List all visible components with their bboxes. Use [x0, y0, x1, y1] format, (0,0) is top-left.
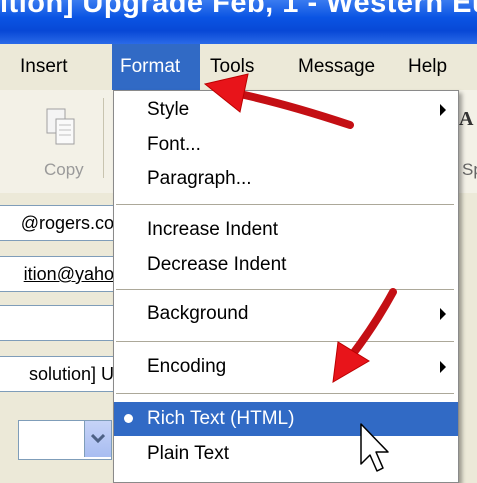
window-title-bar[interactable]: ition] Upgrade Feb, 1 - Western Europ — [0, 0, 477, 44]
menu-help[interactable]: Help — [408, 44, 447, 90]
menu-item-plain-text[interactable]: Plain Text — [114, 437, 458, 471]
menu-item-paragraph[interactable]: Paragraph... — [114, 162, 458, 196]
menu-bar: Insert Format Tools Message Help — [0, 44, 477, 90]
spelling-icon[interactable]: A — [459, 108, 473, 131]
to-field[interactable]: @rogers.co — [0, 205, 119, 241]
menu-item-increase-indent[interactable]: Increase Indent — [114, 213, 458, 247]
menu-message[interactable]: Message — [298, 44, 375, 90]
menu-item-background[interactable]: Background — [114, 297, 458, 331]
submenu-arrow-icon — [440, 104, 446, 116]
menu-separator — [116, 393, 454, 394]
menu-item-rich-text[interactable]: Rich Text (HTML) — [114, 402, 458, 436]
format-menu: Style Font... Paragraph... Increase Inde… — [113, 90, 459, 483]
copy-icon — [46, 108, 75, 145]
window-title: ition] Upgrade Feb, 1 - Western Europ — [0, 0, 477, 19]
font-combo[interactable] — [18, 420, 112, 460]
submenu-arrow-icon — [440, 308, 446, 320]
menu-separator — [116, 289, 454, 290]
menu-item-encoding[interactable]: Encoding — [114, 350, 458, 384]
menu-separator — [116, 204, 454, 205]
bcc-field[interactable] — [0, 305, 119, 341]
menu-insert[interactable]: Insert — [20, 44, 68, 90]
font-combo-dropdown-button[interactable] — [84, 421, 111, 457]
menu-separator — [116, 341, 454, 342]
menu-tools[interactable]: Tools — [210, 44, 254, 90]
menu-item-decrease-indent[interactable]: Decrease Indent — [114, 248, 458, 282]
radio-bullet-icon — [124, 414, 133, 423]
copy-label: Copy — [44, 160, 84, 179]
cc-field[interactable]: ition@yaho — [0, 256, 119, 292]
toolbar-separator — [103, 98, 104, 178]
menu-item-style[interactable]: Style — [114, 93, 458, 127]
menu-item-font[interactable]: Font... — [114, 128, 458, 162]
chevron-down-icon — [91, 434, 105, 444]
subject-field[interactable]: solution] U — [0, 356, 119, 392]
menu-format[interactable]: Format — [112, 44, 200, 90]
submenu-arrow-icon — [440, 361, 446, 373]
spelling-label: Sp — [462, 160, 477, 179]
